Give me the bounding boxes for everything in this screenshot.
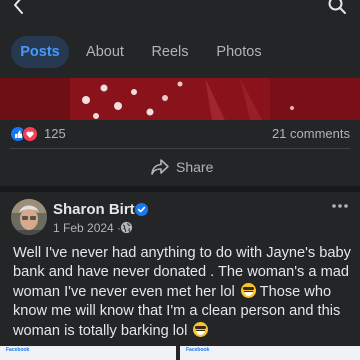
love-icon [22, 126, 38, 142]
reaction-icons[interactable] [10, 126, 40, 142]
back-arrow-icon[interactable] [8, 0, 30, 16]
grinning-emoji-icon [240, 282, 256, 298]
reaction-count[interactable]: 125 [44, 126, 66, 141]
thumbnail-label: Facebook [186, 347, 210, 353]
tab-reels[interactable]: Reels [146, 36, 194, 68]
top-bar [0, 0, 360, 20]
previous-post-image[interactable] [0, 78, 360, 120]
post-author[interactable]: Sharon Birt [53, 201, 135, 218]
post-separator [0, 186, 360, 192]
avatar[interactable] [11, 199, 47, 235]
tab-photos[interactable]: Photos [210, 36, 268, 68]
post-body: Well I've never had anything to do with … [13, 244, 353, 341]
post-date[interactable]: 1 Feb 2024 · [53, 221, 121, 235]
globe-icon [120, 221, 133, 234]
profile-tabs: Posts About Reels Photos [0, 36, 360, 70]
tab-about[interactable]: About [80, 36, 130, 68]
divider [10, 148, 350, 149]
facebook-profile-page: Posts About Reels Photos 125 21 comments… [0, 0, 360, 360]
verified-badge-icon [135, 203, 148, 216]
grinning-emoji-icon [193, 321, 209, 337]
comments-count[interactable]: 21 comments [272, 126, 350, 141]
share-icon [151, 159, 169, 175]
tab-posts[interactable]: Posts [11, 36, 69, 68]
share-label: Share [176, 159, 214, 175]
thumbnail-label: Facebook [6, 347, 30, 353]
reactions-row: 125 21 comments [0, 122, 360, 146]
more-options-icon[interactable] [330, 200, 350, 212]
search-icon[interactable] [326, 0, 348, 16]
attached-screenshot-thumbnail[interactable]: Facebook [0, 346, 176, 360]
attached-screenshot-thumbnail[interactable]: Facebook [180, 346, 360, 360]
